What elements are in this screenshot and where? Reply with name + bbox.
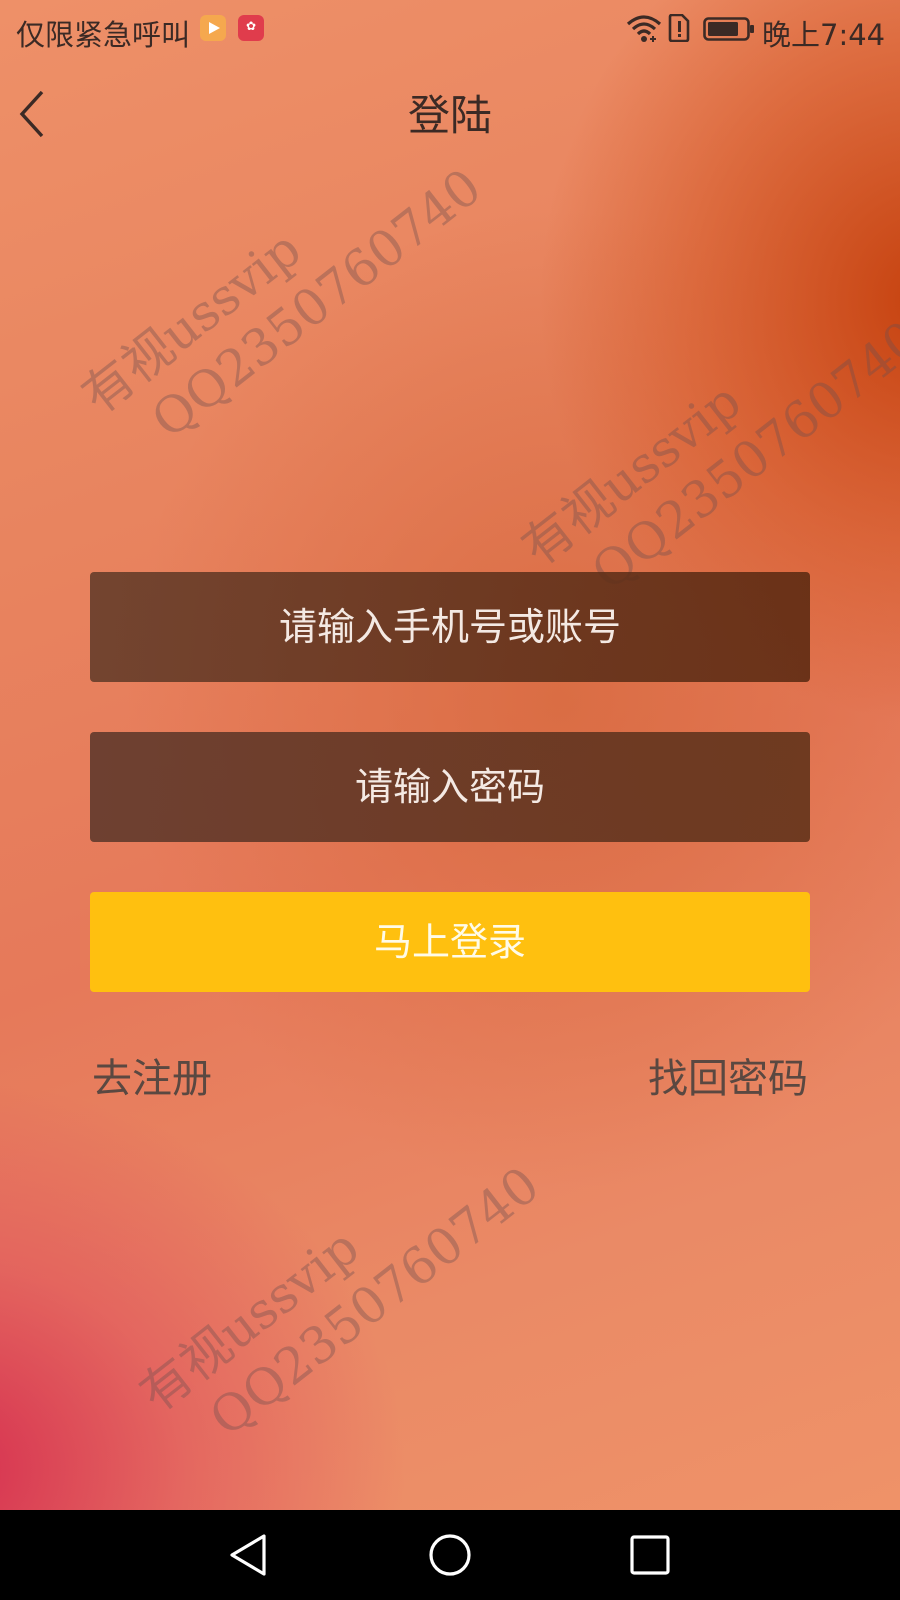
sim-alert-icon bbox=[668, 14, 690, 42]
watermark-line-2: QQ2350760740 bbox=[198, 1155, 550, 1448]
register-link[interactable]: 去注册 bbox=[92, 1046, 212, 1104]
watermark-line-1: 有视ussvip bbox=[129, 1217, 370, 1424]
watermark-line-1: 有视ussvip bbox=[511, 371, 752, 578]
carrier-status-text: 仅限紧急呼叫 bbox=[16, 18, 191, 52]
status-bar: 仅限紧急呼叫 ✿ 晚上7:44 bbox=[0, 0, 900, 60]
login-screen: 仅限紧急呼叫 ✿ 晚上7:44 登陆 有视ussvip QQ2350760740… bbox=[0, 0, 900, 1510]
password-input[interactable]: 请输入密码 bbox=[90, 732, 810, 842]
nav-recent-icon[interactable] bbox=[629, 1534, 671, 1576]
recover-password-link[interactable]: 找回密码 bbox=[648, 1046, 808, 1104]
watermark: 有视ussvip QQ2350760740 bbox=[70, 107, 493, 476]
wifi-icon bbox=[626, 15, 662, 42]
watermark: 有视ussvip QQ2350760740 bbox=[128, 1105, 551, 1474]
page-title: 登陆 bbox=[407, 91, 492, 140]
system-navigation-bar bbox=[0, 1510, 900, 1600]
login-button[interactable]: 马上登录 bbox=[90, 892, 810, 992]
huawei-app-icon: ✿ bbox=[238, 15, 264, 41]
phone-account-input[interactable]: 请输入手机号或账号 bbox=[90, 572, 810, 682]
battery-icon bbox=[703, 17, 754, 41]
nav-back-icon[interactable] bbox=[224, 1530, 274, 1580]
watermark-line-1: 有视ussvip bbox=[71, 219, 312, 426]
video-app-icon bbox=[200, 15, 226, 41]
watermark-line-2: QQ2350760740 bbox=[140, 157, 492, 450]
nav-home-icon[interactable] bbox=[427, 1530, 473, 1580]
clock-time: 晚上7:44 bbox=[762, 18, 886, 52]
